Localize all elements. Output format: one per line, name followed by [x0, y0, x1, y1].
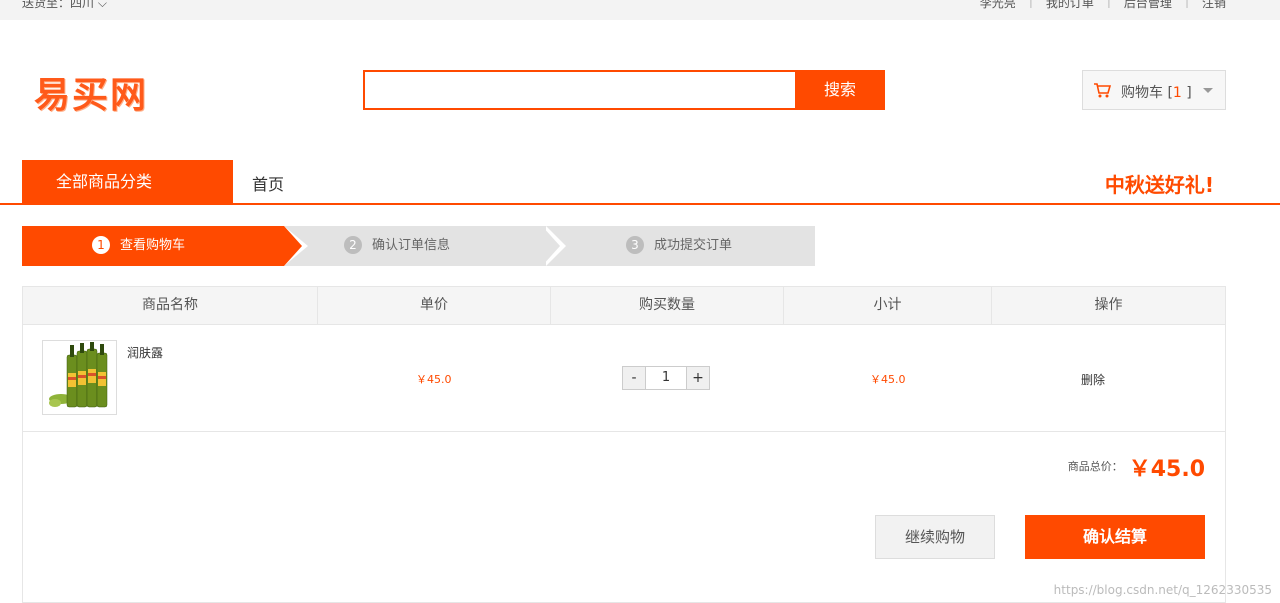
increment-button[interactable]: +: [686, 366, 710, 390]
site-logo[interactable]: 易买网: [34, 66, 148, 118]
cart-icon: [1094, 83, 1111, 98]
total-label: 商品总价：: [1067, 460, 1123, 473]
watermark: https://blog.csdn.net/q_1262330535: [1053, 583, 1272, 597]
step-1: 1 查看购物车: [22, 226, 284, 266]
logout-link[interactable]: 注销: [1202, 0, 1226, 11]
cart-label: 购物车 [1 ]: [1121, 85, 1192, 101]
confirm-checkout-button[interactable]: 确认结算: [1025, 515, 1205, 559]
divider: |: [1184, 0, 1189, 8]
promo-banner[interactable]: 中秋送好礼!: [1105, 169, 1214, 198]
table-row: 润肤露 ￥45.0 - 1 + ￥45.0 删除: [23, 325, 1225, 432]
main-nav: 全部商品分类 首页 中秋送好礼!: [0, 160, 1280, 205]
cart-table: 商品名称 单价 购买数量 小计 操作 润肤露 ￥45.0 - 1 + ￥45.0…: [22, 286, 1226, 603]
product-name-link[interactable]: 润肤露: [127, 344, 163, 361]
username-link[interactable]: 李光亮: [980, 0, 1016, 11]
decrement-button[interactable]: -: [622, 366, 646, 390]
my-orders-link[interactable]: 我的订单: [1046, 0, 1094, 11]
search-button[interactable]: 搜索: [795, 70, 885, 110]
quantity-stepper: - 1 +: [622, 366, 710, 390]
continue-shopping-button[interactable]: 继续购物: [875, 515, 995, 559]
col-action: 操作: [1094, 297, 1123, 313]
col-quantity: 购买数量: [551, 287, 784, 324]
col-product-name: 商品名称: [23, 287, 318, 324]
divider: |: [1028, 0, 1033, 8]
chevron-down-icon: [1203, 88, 1213, 93]
delivery-location[interactable]: 送货至：四川 ⌵: [22, 0, 107, 11]
unit-price: ￥45.0: [416, 373, 452, 386]
quantity-input[interactable]: 1: [646, 366, 686, 390]
nav-home-link[interactable]: 首页: [252, 171, 284, 195]
step-2: 2 确认订单信息: [284, 226, 562, 266]
search-bar: 搜索: [363, 70, 885, 110]
divider: |: [1106, 0, 1111, 8]
product-thumbnail[interactable]: [42, 340, 117, 415]
cart-button[interactable]: 购物车 [1 ]: [1082, 70, 1226, 110]
admin-link[interactable]: 后台管理: [1124, 0, 1172, 11]
table-header: 商品名称 单价 购买数量 小计 操作: [23, 287, 1225, 325]
total-price: 商品总价： ￥45.0: [1068, 451, 1205, 483]
step-arrow: [284, 226, 302, 266]
top-bar: 送货至：四川 ⌵ 李光亮 | 我的订单 | 后台管理 | 注销: [0, 0, 1280, 20]
row-subtotal: ￥45.0: [870, 373, 906, 386]
delete-link[interactable]: 删除: [1081, 371, 1105, 388]
step-arrow: [542, 226, 560, 266]
checkout-steps: 2 确认订单信息 3 成功提交订单 1 查看购物车: [22, 226, 815, 266]
top-links: 李光亮 | 我的订单 | 后台管理 | 注销: [980, 0, 1226, 11]
col-unit-price: 单价: [318, 287, 551, 324]
step-3: 3 成功提交订单: [542, 226, 815, 266]
cart-count: 1: [1172, 85, 1182, 101]
search-input[interactable]: [365, 72, 793, 108]
total-amount: ￥45.0: [1128, 457, 1205, 482]
col-subtotal: 小计: [784, 287, 992, 324]
olive-oil-bottles-image: [49, 342, 108, 408]
all-categories-button[interactable]: 全部商品分类: [22, 160, 233, 203]
